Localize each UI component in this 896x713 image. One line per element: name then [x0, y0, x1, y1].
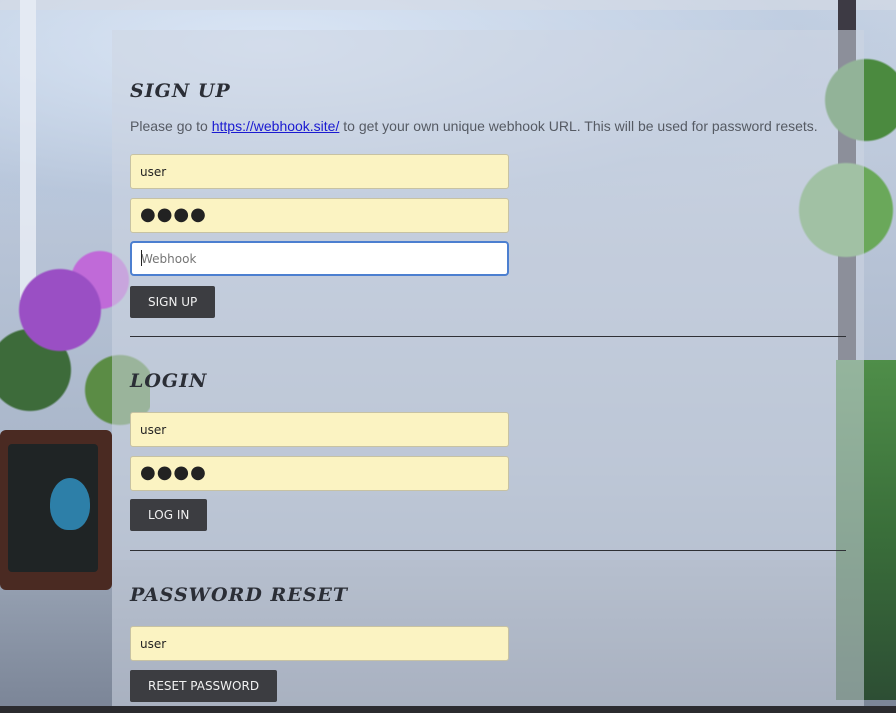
reset-heading: PASSWORD RESET: [130, 584, 349, 606]
login-password-input[interactable]: ●●●●: [130, 456, 509, 491]
signup-username-input[interactable]: [130, 154, 509, 189]
signup-webhook-input[interactable]: [130, 241, 509, 276]
reset-username-input[interactable]: [130, 626, 509, 661]
signup-note-prefix: Please go to: [130, 118, 212, 134]
auth-panel: SIGN UP Please go to https://webhook.sit…: [112, 30, 864, 713]
signup-note: Please go to https://webhook.site/ to ge…: [130, 118, 846, 134]
signup-heading: SIGN UP: [130, 80, 231, 102]
signup-button[interactable]: Sign up: [130, 286, 216, 318]
signup-password-input[interactable]: ●●●●: [130, 198, 509, 233]
section-divider: [130, 336, 846, 337]
section-divider: [130, 550, 846, 551]
login-section: LOGIN: [130, 370, 846, 392]
reset-section: PASSWORD RESET: [130, 584, 846, 606]
signup-note-suffix: to get your own unique webhook URL. This…: [339, 118, 818, 134]
login-heading: LOGIN: [130, 370, 208, 392]
webhook-site-link[interactable]: https://webhook.site/: [212, 118, 340, 134]
text-caret: [141, 250, 142, 266]
login-username-input[interactable]: [130, 412, 509, 447]
login-button[interactable]: Log in: [130, 499, 208, 531]
bird-drawing-icon: [50, 478, 90, 530]
reset-password-button[interactable]: Reset password: [130, 670, 278, 702]
signup-section: SIGN UP Please go to https://webhook.sit…: [130, 80, 846, 134]
background-beam: [0, 0, 896, 10]
bottom-bar: [0, 706, 896, 713]
